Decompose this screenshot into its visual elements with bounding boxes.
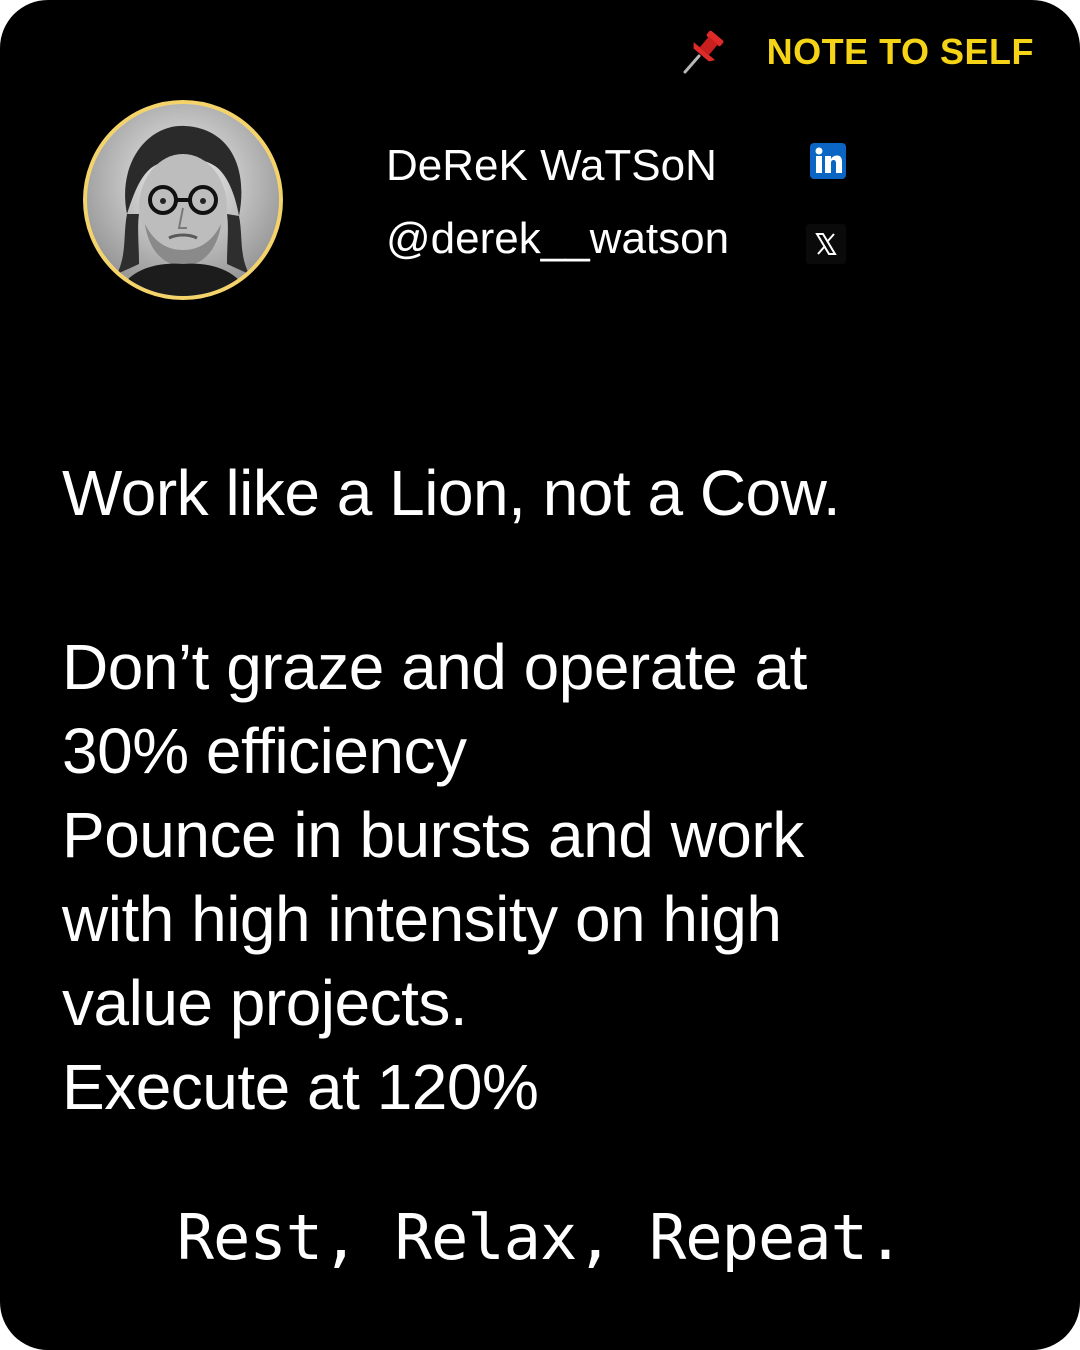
post-line: Don’t graze and operate at — [62, 631, 807, 703]
profile-handle: @derek__watson — [386, 214, 730, 263]
profile-name: DeReK WaTSoN — [386, 141, 717, 190]
post-body: Don’t graze and operate at 30% efficienc… — [62, 625, 807, 1129]
post-line: Execute at 120% — [62, 1051, 539, 1123]
post-tagline: Rest, Relax, Repeat. — [176, 1201, 905, 1274]
post-line: value projects. — [62, 967, 468, 1039]
post-line: 30% efficiency — [62, 715, 467, 787]
note-to-self-label: NOTE TO SELF — [766, 31, 1034, 72]
avatar-portrait — [87, 104, 279, 296]
post-headline: Work like a Lion, not a Cow. — [62, 457, 841, 529]
post-line: Pounce in bursts and work — [62, 799, 804, 871]
note-card: NOTE TO SELF DeReK WaTSoN @derek__watson… — [0, 0, 1080, 1350]
note-tag: NOTE TO SELF — [677, 26, 1034, 78]
avatar — [83, 100, 283, 300]
x-icon[interactable] — [806, 224, 846, 264]
post-line: with high intensity on high — [62, 883, 782, 955]
linkedin-icon[interactable] — [810, 143, 846, 179]
pushpin-icon — [683, 30, 724, 74]
